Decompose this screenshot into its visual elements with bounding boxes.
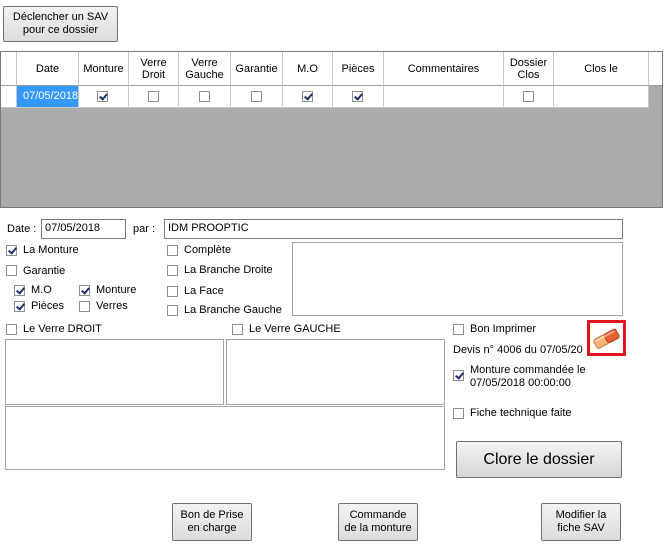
- cell-mo-checkbox[interactable]: [302, 91, 313, 102]
- date-label: Date :: [7, 223, 37, 235]
- branche-gauche-checkbox[interactable]: [167, 305, 178, 316]
- col-label: Commentaires: [407, 62, 480, 75]
- cell-pieces[interactable]: [333, 86, 384, 108]
- fiche-technique-checkbox[interactable]: [453, 408, 464, 419]
- cell-commentaires[interactable]: [384, 86, 504, 108]
- row-header-cell[interactable]: [1, 86, 17, 108]
- eraser-icon: [593, 328, 620, 349]
- eraser-button[interactable]: [587, 320, 626, 356]
- mo-label: M.O: [31, 284, 52, 296]
- cell-monture[interactable]: [79, 86, 129, 108]
- branche-droite-label: La Branche Droite: [184, 264, 273, 276]
- commande-monture-button[interactable]: Commande de la monture: [338, 503, 418, 541]
- col-header-mo[interactable]: M.O: [283, 52, 333, 86]
- cell-verre-droit-checkbox[interactable]: [148, 91, 159, 102]
- col-header-verre-gauche[interactable]: Verre Gauche: [179, 52, 231, 86]
- comments-textarea[interactable]: [5, 406, 445, 470]
- la-monture-label: La Monture: [23, 244, 79, 256]
- verre-gauche-checkbox[interactable]: [232, 324, 243, 335]
- monture-commandee-checkbox[interactable]: [453, 370, 464, 381]
- col-label: Clos le: [584, 62, 618, 75]
- pieces-checkbox[interactable]: [14, 301, 25, 312]
- cell-verre-gauche-checkbox[interactable]: [199, 91, 210, 102]
- col-header-monture[interactable]: Monture: [79, 52, 129, 86]
- col-header-date[interactable]: Date: [17, 52, 79, 86]
- grid-row-header: [1, 52, 17, 86]
- bon-prise-charge-button[interactable]: Bon de Prise en charge: [172, 503, 252, 541]
- pieces-label: Pièces: [31, 300, 65, 312]
- verre-gauche-label: Le Verre GAUCHE: [249, 323, 341, 335]
- complete-label: Complète: [184, 244, 232, 256]
- branche-gauche-label: La Branche Gauche: [184, 304, 282, 316]
- cell-date-value: 07/05/2018: [23, 90, 79, 102]
- col-header-commentaires[interactable]: Commentaires: [384, 52, 504, 86]
- col-label: M.O: [297, 62, 318, 75]
- col-label: Pièces: [341, 62, 375, 75]
- col-label: Verre Droit: [140, 56, 167, 81]
- cell-dossier-clos-checkbox[interactable]: [523, 91, 534, 102]
- garantie-checkbox[interactable]: [6, 265, 17, 276]
- par-field[interactable]: IDM PROOPTIC: [164, 219, 623, 239]
- modifier-fiche-sav-button[interactable]: Modifier la fiche SAV: [541, 503, 621, 541]
- monture-commandee-label: Monture commandée le 07/05/2018 00:00:00: [470, 364, 586, 389]
- cell-verre-gauche[interactable]: [179, 86, 231, 108]
- cell-date[interactable]: 07/05/2018: [17, 86, 79, 108]
- cell-garantie-checkbox[interactable]: [251, 91, 262, 102]
- verre-droit-textarea[interactable]: [5, 339, 224, 405]
- col-label: Monture: [83, 62, 124, 75]
- col-header-dossier-clos[interactable]: Dossier Clos: [504, 52, 554, 86]
- verre-droit-checkbox[interactable]: [6, 324, 17, 335]
- mo-checkbox[interactable]: [14, 285, 25, 296]
- col-label: Dossier Clos: [509, 56, 548, 81]
- cell-dossier-clos[interactable]: [504, 86, 554, 108]
- cell-verre-droit[interactable]: [129, 86, 179, 108]
- col-header-garantie[interactable]: Garantie: [231, 52, 283, 86]
- col-label: Date: [35, 62, 60, 75]
- date-field[interactable]: 07/05/2018: [41, 219, 126, 239]
- details-textarea[interactable]: [292, 242, 623, 316]
- branche-droite-checkbox[interactable]: [167, 265, 178, 276]
- verre-gauche-textarea[interactable]: [226, 339, 445, 405]
- monture-checkbox[interactable]: [79, 285, 90, 296]
- cell-mo[interactable]: [283, 86, 333, 108]
- trigger-sav-button[interactable]: Déclencher un SAV pour ce dossier: [3, 6, 118, 42]
- cell-clos-le[interactable]: [554, 86, 649, 108]
- cell-garantie[interactable]: [231, 86, 283, 108]
- grid-header-filler: [649, 52, 662, 86]
- col-header-verre-droit[interactable]: Verre Droit: [129, 52, 179, 86]
- col-header-pieces[interactable]: Pièces: [333, 52, 384, 86]
- bon-imprimer-label: Bon Imprimer: [470, 323, 537, 335]
- sav-grid[interactable]: Date Monture Verre Droit Verre Gauche Ga…: [0, 51, 663, 208]
- cell-pieces-checkbox[interactable]: [352, 91, 363, 102]
- bon-imprimer-checkbox[interactable]: [453, 324, 464, 335]
- monture-label: Monture: [96, 284, 137, 296]
- face-label: La Face: [184, 285, 224, 297]
- verre-droit-label: Le Verre DROIT: [23, 323, 102, 335]
- col-label: Garantie: [235, 62, 278, 75]
- cell-monture-checkbox[interactable]: [97, 91, 108, 102]
- garantie-label: Garantie: [23, 265, 66, 277]
- col-label: Verre Gauche: [185, 56, 224, 81]
- col-header-clos-le[interactable]: Clos le: [554, 52, 649, 86]
- devis-text: Devis n° 4006 du 07/05/20: [453, 344, 583, 356]
- complete-checkbox[interactable]: [167, 245, 178, 256]
- la-monture-checkbox[interactable]: [6, 245, 17, 256]
- verres-checkbox[interactable]: [79, 301, 90, 312]
- verres-label: Verres: [96, 300, 128, 312]
- fiche-technique-label: Fiche technique faite: [470, 407, 572, 419]
- clore-dossier-button[interactable]: Clore le dossier: [456, 441, 622, 478]
- face-checkbox[interactable]: [167, 286, 178, 297]
- par-label: par :: [133, 223, 156, 235]
